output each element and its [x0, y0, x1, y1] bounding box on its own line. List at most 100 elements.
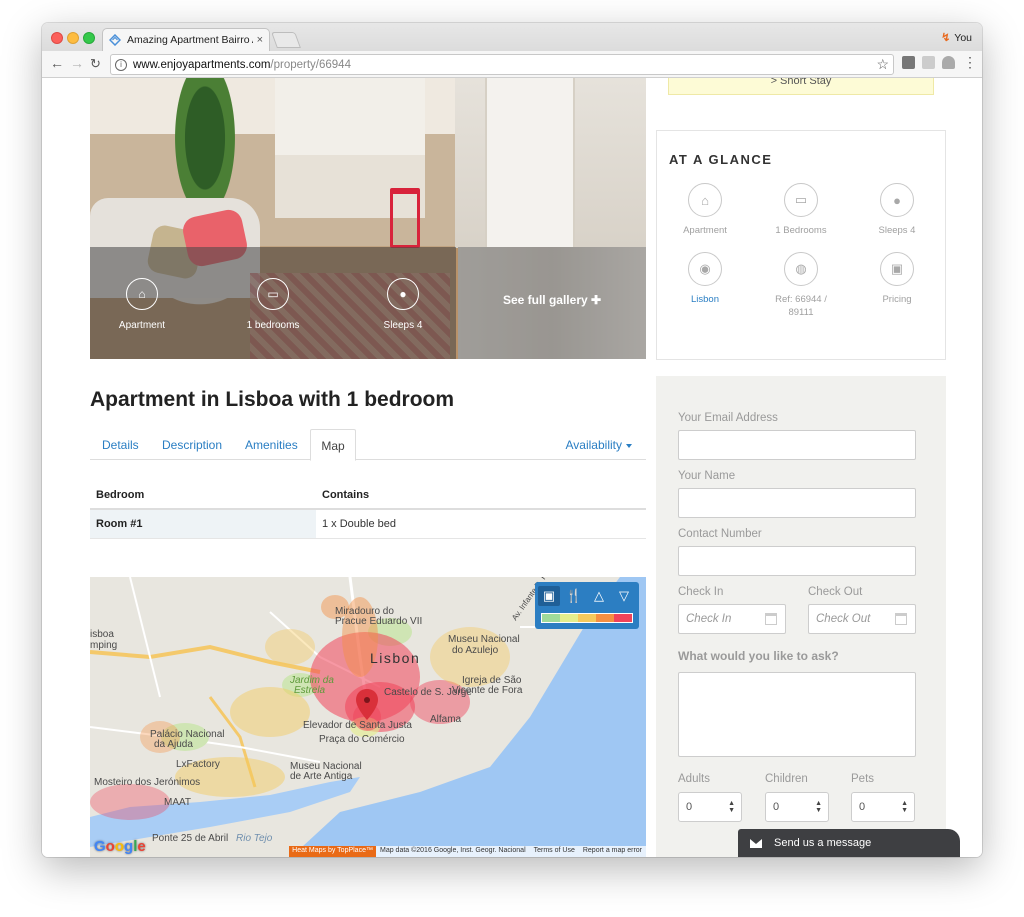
hero-feature-bedrooms: ▭ 1 bedrooms — [228, 278, 318, 331]
restaurant-icon[interactable]: 🍴 — [563, 586, 585, 606]
pets-select[interactable]: 0 ▲ ▼ — [851, 792, 915, 822]
home-icon: ⌂ — [126, 278, 158, 310]
site-favicon-icon — [109, 34, 121, 46]
shopping-bag-icon[interactable]: △ — [588, 586, 610, 606]
tab-details[interactable]: Details — [102, 438, 139, 452]
header-bedroom: Bedroom — [96, 489, 145, 501]
new-tab-button[interactable] — [271, 32, 301, 48]
heat-scale-legend — [541, 613, 633, 623]
availability-label: Availability — [565, 438, 622, 452]
table-header: Bedroom Contains — [90, 482, 646, 510]
reload-icon[interactable]: ↻ — [90, 56, 101, 72]
tab-description[interactable]: Description — [162, 438, 222, 452]
email-field[interactable] — [678, 430, 916, 460]
location-link[interactable]: Lisbon — [660, 293, 750, 306]
heat-scale-step — [560, 614, 578, 622]
heat-scale-step — [542, 614, 560, 622]
children-value: 0 — [773, 801, 780, 813]
map-label: de Arte Antiga — [290, 771, 353, 782]
address-bar[interactable]: i www.enjoyapartments.com/property/66944… — [110, 54, 894, 75]
send-message-button[interactable]: Send us a message — [738, 829, 960, 857]
adults-label: Adults — [678, 773, 710, 785]
map-label: mping — [90, 640, 118, 651]
name-label: Your Name — [678, 470, 736, 482]
pets-value: 0 — [859, 801, 866, 813]
map-city-label: Lisbon — [370, 650, 421, 666]
glance-item-label: 1 Bedrooms — [775, 225, 827, 236]
hero-gallery[interactable]: ⌂ Apartment ▭ 1 bedrooms ● Sleeps 4 See … — [90, 78, 646, 359]
checkin-label: Check In — [678, 586, 724, 598]
calendar-icon[interactable] — [765, 613, 777, 625]
tab-amenities[interactable]: Amenities — [245, 438, 298, 452]
header-contains: Contains — [322, 489, 370, 501]
web-page: ⌂ Apartment ▭ 1 bedrooms ● Sleeps 4 See … — [42, 78, 982, 857]
send-message-label: Send us a message — [774, 837, 872, 849]
map-label: Estrela — [294, 685, 326, 696]
pets-label: Pets — [851, 773, 875, 785]
profile-name: You — [954, 31, 972, 44]
checkout-field[interactable]: Check Out — [808, 604, 916, 634]
glance-item-location[interactable]: ◉ Lisbon — [660, 252, 750, 306]
map-label: Rio Tejo — [236, 833, 273, 844]
adults-value: 0 — [686, 801, 693, 813]
minimize-window-button[interactable] — [67, 32, 79, 44]
info-icon[interactable]: i — [115, 58, 127, 71]
phone-field[interactable] — [678, 546, 916, 576]
browser-window: Amazing Apartment Bairro Alto × ↯ You ← … — [42, 23, 982, 857]
photo-chair — [390, 188, 420, 248]
extension-icon[interactable] — [942, 56, 955, 69]
availability-dropdown[interactable]: Availability — [566, 438, 632, 452]
bed-icon: ▭ — [784, 183, 818, 217]
select-arrows-icon: ▲ ▼ — [815, 800, 822, 814]
glance-item-label: Ref: 66944 / 89111 — [775, 294, 827, 318]
adults-select[interactable]: 0 ▲ ▼ — [678, 792, 742, 822]
camera-icon[interactable]: ▣ — [538, 586, 560, 606]
glance-item-pricing[interactable]: ▣ Pricing — [852, 252, 942, 306]
photo-door — [485, 78, 575, 248]
browser-toolbar: ← → ↻ i www.enjoyapartments.com/property… — [42, 51, 982, 78]
browser-tab[interactable]: Amazing Apartment Bairro Alto × — [102, 28, 270, 51]
tab-close-icon[interactable]: × — [257, 34, 263, 46]
back-arrow-icon[interactable]: ← — [50, 55, 64, 71]
cocktail-icon[interactable]: ▽ — [613, 586, 635, 606]
map-pin-icon: ◉ — [688, 252, 722, 286]
map-label: isboa — [90, 629, 114, 640]
at-a-glance-panel: AT A GLANCE ⌂ Apartment ▭ 1 Bedrooms ● S… — [656, 130, 946, 360]
children-select[interactable]: 0 ▲ ▼ — [765, 792, 829, 822]
extension-icon[interactable] — [922, 56, 935, 69]
report-error-link[interactable]: Report a map error — [579, 846, 646, 857]
checkout-label: Check Out — [808, 586, 863, 598]
map-label: da Ajuda — [154, 739, 193, 750]
hero-feature-label: 1 bedrooms — [246, 320, 300, 331]
bookmark-star-icon[interactable]: ☆ — [876, 56, 889, 73]
map-label: Elevador de Santa Justa — [303, 720, 412, 731]
heatmap-credit-link[interactable]: Heat Maps by TopPlace™ — [289, 846, 376, 857]
profile-button[interactable]: ↯ You — [941, 31, 972, 45]
page-title: Apartment in Lisboa with 1 bedroom — [90, 388, 455, 411]
tab-map[interactable]: Map — [310, 429, 356, 461]
browser-menu-icon[interactable]: ⋮ — [963, 55, 977, 69]
rooms-table: Bedroom Contains Room #1 1 x Double bed — [90, 482, 646, 539]
table-row: Room #1 1 x Double bed — [90, 510, 646, 539]
map-label: LxFactory — [176, 759, 220, 770]
checkin-field[interactable]: Check In — [678, 604, 786, 634]
envelope-icon — [750, 838, 762, 848]
maximize-window-button[interactable] — [83, 32, 95, 44]
terms-link[interactable]: Terms of Use — [530, 846, 579, 857]
map-label: do Azulejo — [452, 645, 499, 656]
see-full-gallery-link[interactable]: See full gallery ✚ — [458, 293, 646, 307]
heat-scale-step — [578, 614, 596, 622]
forward-arrow-icon[interactable]: → — [70, 55, 84, 71]
heat-scale-step — [614, 614, 632, 622]
extension-icon[interactable] — [902, 56, 915, 69]
map-label: Ponte 25 de Abril — [152, 833, 229, 844]
name-field[interactable] — [678, 488, 916, 518]
heat-map[interactable]: Miradouro do Pracue Eduardo VII Museu Na… — [90, 577, 646, 857]
close-window-button[interactable] — [51, 32, 63, 44]
calendar-icon[interactable] — [895, 613, 907, 625]
question-textarea[interactable] — [678, 672, 916, 757]
property-tabs: Details Description Amenities Map Availa… — [90, 429, 646, 461]
caret-down-icon — [626, 443, 632, 448]
url-path: /property/66944 — [270, 58, 351, 71]
glance-item-label: Pricing — [882, 294, 912, 305]
